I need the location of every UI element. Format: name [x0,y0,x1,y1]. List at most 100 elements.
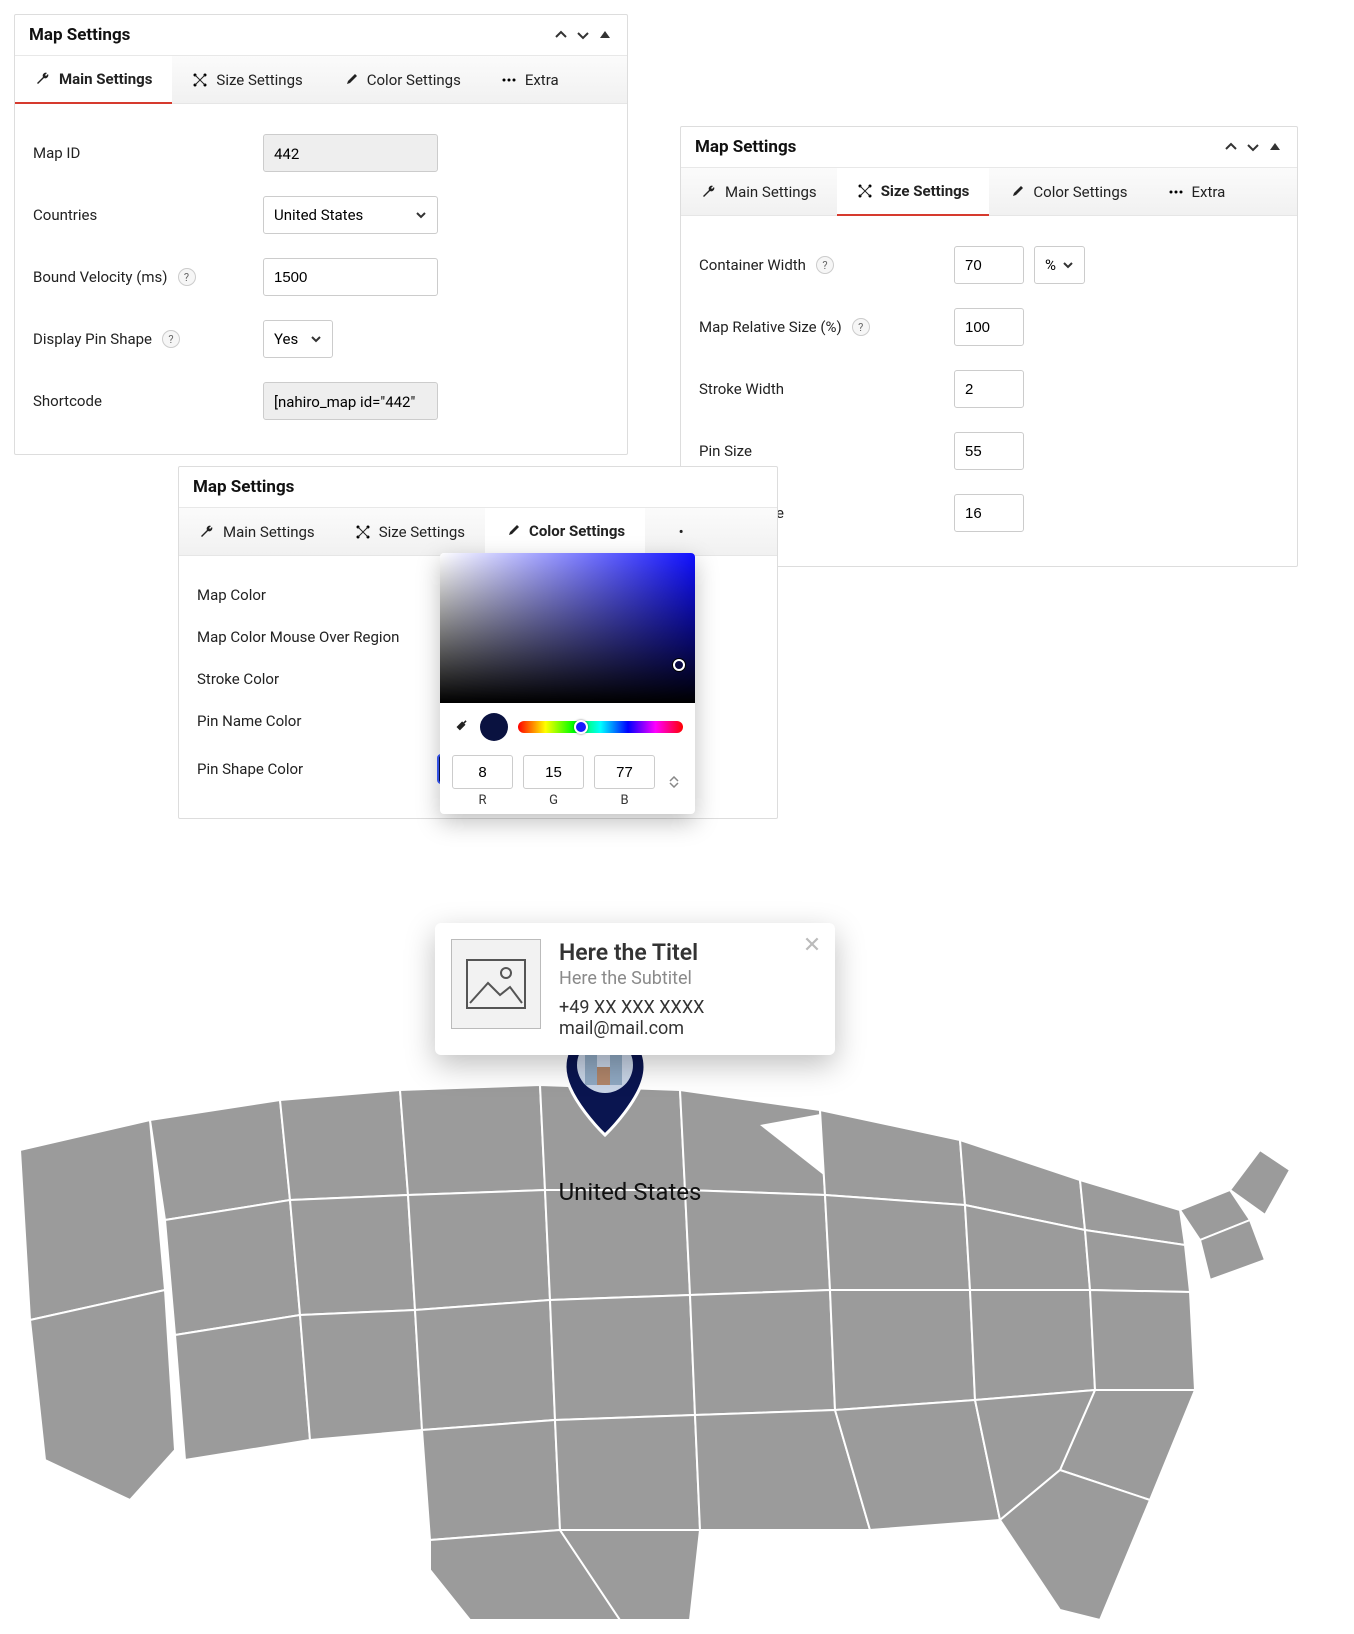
bound-velocity-input[interactable] [263,258,438,296]
container-width-unit-select[interactable]: % [1034,246,1085,284]
tooltip-thumbnail [451,939,541,1029]
chevron-up-icon[interactable] [1223,139,1239,155]
tab-extra[interactable]: Extra [481,56,579,103]
tab-label: Extra [525,71,559,89]
close-icon[interactable] [803,935,821,953]
tooltip-body: Here the Titel Here the Subtitel +49 XX … [559,939,704,1039]
chevron-up-icon[interactable] [553,27,569,43]
tab-label: Size Settings [881,182,970,200]
tabs: Main Settings Size Settings Color Settin… [179,507,777,556]
pin-size-input[interactable] [954,432,1024,470]
rgb-g-label: G [523,793,584,808]
rgb-b-input[interactable] [594,755,655,789]
resize-icon [355,524,371,540]
panel-title: Map Settings [695,137,796,157]
more-icon [501,72,517,88]
chevron-down-icon [415,209,427,221]
hue-slider[interactable] [518,721,683,733]
rgb-b-label: B [594,793,655,808]
saturation-handle[interactable] [673,659,685,671]
field-pin-text-size: Pin Text Size [699,482,1279,544]
panel-header: Map Settings [179,467,777,507]
field-label: Pin Name Color [197,712,437,730]
tab-label: Color Settings [1033,183,1127,201]
field-map-relative-size: Map Relative Size (%) ? [699,296,1279,358]
container-width-input[interactable] [954,246,1024,284]
us-map[interactable] [0,1030,1354,1634]
saturation-value-area[interactable] [440,553,695,703]
tab-label: Color Settings [367,71,461,89]
tab-label: Extra [1192,183,1226,201]
tab-color-settings[interactable]: Color Settings [323,56,481,103]
tab-size-settings[interactable]: Size Settings [335,508,485,555]
field-display-pin-shape: Display Pin Shape ? Yes [33,308,609,370]
wrench-icon [35,71,51,87]
stroke-width-input[interactable] [954,370,1024,408]
rgb-r-input[interactable] [452,755,513,789]
field-label: Bound Velocity (ms) ? [33,268,263,286]
label-text: Map Relative Size (%) [699,318,842,336]
field-label: Pin Size [699,442,954,460]
tab-label: Main Settings [223,523,315,541]
rgb-r-label: R [452,793,513,808]
tab-size-settings[interactable]: Size Settings [172,56,322,103]
map-id-input: 442 [263,134,438,172]
panel-header-controls [553,27,613,43]
collapse-icon[interactable] [1267,139,1283,155]
brush-icon [1009,184,1025,200]
map-relative-size-input[interactable] [954,308,1024,346]
image-placeholder-icon [466,959,526,1009]
more-icon [1168,184,1184,200]
color-mode-toggle[interactable] [665,755,683,808]
rgb-g-input[interactable] [523,755,584,789]
chevron-down-icon[interactable] [1245,139,1261,155]
resize-icon [192,72,208,88]
panel-title: Map Settings [193,477,294,497]
more-icon: • [673,524,689,540]
collapse-icon[interactable] [597,27,613,43]
field-label: Stroke Width [699,380,954,398]
tabs: Main Settings Size Settings Color Settin… [15,55,627,104]
tab-color-settings[interactable]: Color Settings [989,168,1147,215]
chevron-down-icon [1062,259,1074,271]
countries-select[interactable]: United States [263,196,438,234]
hue-handle[interactable] [574,720,588,734]
label-text: Display Pin Shape [33,330,152,348]
rgb-b-box: B [594,755,655,808]
tab-label: Size Settings [379,523,465,541]
display-pin-shape-select[interactable]: Yes [263,320,333,358]
help-icon[interactable]: ? [852,318,870,336]
pin-text-size-input[interactable] [954,494,1024,532]
tab-label: Color Settings [529,522,625,540]
field-map-id: Map ID 442 [33,122,609,184]
chevron-down-icon[interactable] [575,27,591,43]
wrench-icon [701,184,717,200]
tab-extra[interactable]: Extra [1148,168,1246,215]
tab-color-settings[interactable]: Color Settings [485,508,645,556]
help-icon[interactable]: ? [816,256,834,274]
tab-label: Main Settings [725,183,817,201]
field-shortcode: Shortcode [nahiro_map id="442" [33,370,609,432]
field-pin-size: Pin Size [699,420,1279,482]
rgb-r-box: R [452,755,513,808]
field-stroke-width: Stroke Width [699,358,1279,420]
label-text: Container Width [699,256,806,274]
tab-main-settings[interactable]: Main Settings [681,168,837,215]
current-color-preview [480,713,508,741]
help-icon[interactable]: ? [162,330,180,348]
help-icon[interactable]: ? [178,268,196,286]
tab-size-settings[interactable]: Size Settings [837,168,990,216]
tabs: Main Settings Size Settings Color Settin… [681,167,1297,216]
tab-label: Size Settings [216,71,302,89]
field-label: Map Relative Size (%) ? [699,318,954,336]
field-label: Map ID [33,144,263,162]
tab-main-settings[interactable]: Main Settings [179,508,335,555]
tab-main-settings[interactable]: Main Settings [15,56,172,104]
field-label: Container Width ? [699,256,954,274]
panel-title: Map Settings [29,25,130,45]
field-label: Shortcode [33,392,263,410]
shortcode-input[interactable]: [nahiro_map id="442" [263,382,438,420]
field-container-width: Container Width ? % [699,234,1279,296]
label-text: Bound Velocity (ms) [33,268,168,286]
eyedropper-icon[interactable] [452,718,470,736]
